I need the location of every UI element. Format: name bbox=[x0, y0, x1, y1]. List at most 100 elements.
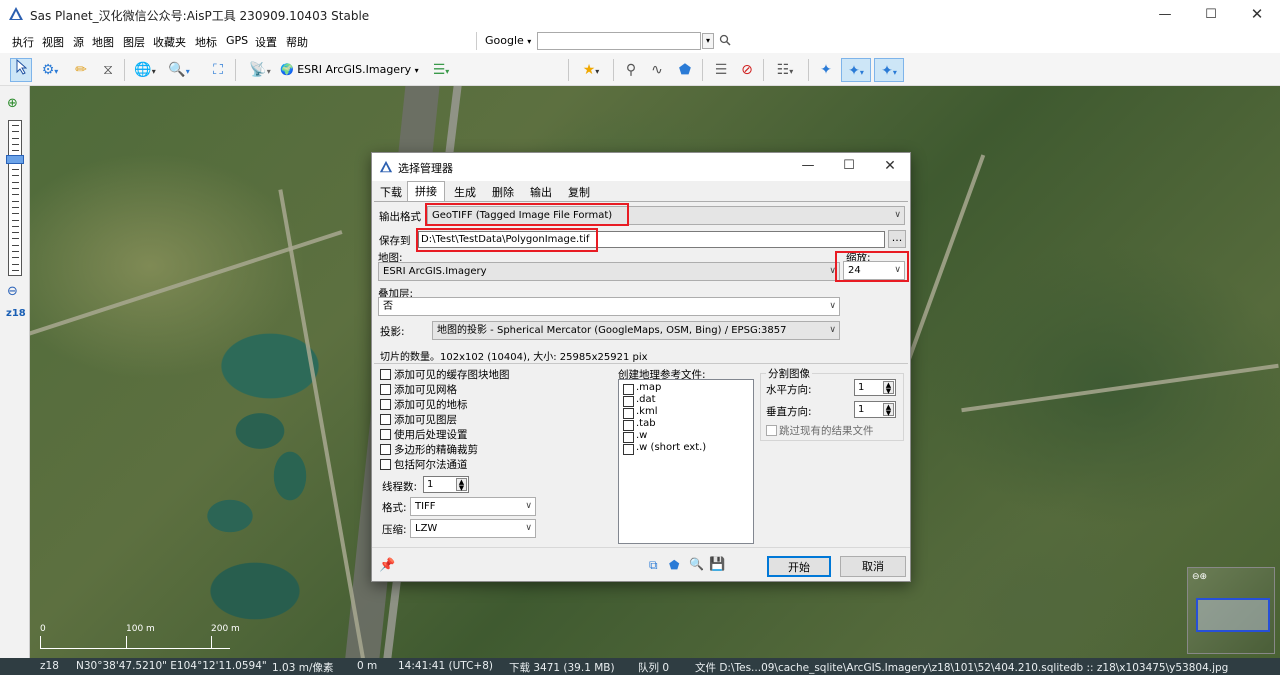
format-select[interactable]: TIFF ∨ bbox=[410, 497, 536, 516]
cancel-button[interactable]: 取消 bbox=[840, 556, 906, 577]
gps-track-button[interactable]: ✦▾ bbox=[841, 58, 871, 82]
search-engine-select[interactable]: Google ▾ bbox=[485, 34, 531, 47]
dialog-maximize-button[interactable]: ☐ bbox=[826, 153, 872, 181]
favorites-button[interactable]: ★▾ bbox=[575, 58, 607, 82]
zoom-level-label: z18 bbox=[6, 308, 26, 319]
output-format-select[interactable]: GeoTIFF (Tagged Image File Format) ∨ bbox=[427, 206, 905, 225]
menu-favorites[interactable]: 收藏夹 bbox=[153, 34, 186, 50]
overlay-layer-select[interactable]: 否 ∨ bbox=[378, 297, 840, 316]
tab-stitch[interactable]: 拼接 bbox=[407, 181, 445, 202]
add-polygon-button[interactable]: ⬟ bbox=[674, 58, 696, 82]
zoom-in-icon[interactable]: ⊕ bbox=[7, 96, 18, 111]
map-source-select[interactable]: 🌍 ESRI ArcGIS.Imagery ▾ bbox=[280, 58, 440, 82]
zoom-slider-thumb[interactable] bbox=[6, 155, 24, 164]
menu-help[interactable]: 帮助 bbox=[286, 34, 308, 50]
menu-map[interactable]: 地图 bbox=[92, 34, 114, 50]
globe-icon: 🌍 bbox=[280, 63, 294, 76]
placemark-list-button[interactable]: ☰ bbox=[710, 58, 732, 82]
zoom-tick bbox=[12, 143, 19, 145]
menu-source[interactable]: 源 bbox=[73, 34, 84, 50]
checkbox-layers[interactable] bbox=[380, 414, 391, 425]
pin-icon[interactable]: 📌 bbox=[379, 558, 395, 573]
selection-tools-button[interactable]: ⚙▾ bbox=[35, 58, 65, 82]
tab-export[interactable]: 输出 bbox=[524, 183, 558, 202]
checkbox-cached-tiles[interactable] bbox=[380, 369, 391, 380]
threads-stepper[interactable]: 1 ▲ ▼ bbox=[423, 476, 469, 493]
minimap-zoom-icons[interactable]: ⊖⊕ bbox=[1192, 572, 1207, 582]
minimap-viewport[interactable] bbox=[1196, 598, 1270, 632]
stepper-arrows-icon[interactable]: ▲ ▼ bbox=[456, 478, 467, 492]
menu-placemarks[interactable]: 地标 bbox=[195, 34, 217, 50]
maximize-button[interactable]: ☐ bbox=[1188, 0, 1234, 29]
menu-execute[interactable]: 执行 bbox=[12, 34, 34, 50]
zoom-out-icon[interactable]: ⊖ bbox=[7, 284, 18, 299]
save-path-field[interactable]: D:\Test\TestData\PolygonImage.tif bbox=[418, 231, 885, 248]
compress-select[interactable]: LZW ∨ bbox=[410, 519, 536, 538]
save-icon[interactable]: 💾 bbox=[709, 557, 725, 572]
browse-button[interactable]: ... bbox=[888, 230, 906, 248]
gps-center-button[interactable]: ✦▾ bbox=[874, 58, 904, 82]
checkbox-skip-existing[interactable] bbox=[766, 425, 777, 436]
tab-delete[interactable]: 删除 bbox=[486, 183, 520, 202]
add-placemark-button[interactable]: ⚲ bbox=[620, 58, 642, 82]
star-icon: ★ bbox=[582, 62, 596, 78]
fullscreen-button[interactable]: ⛶ bbox=[207, 58, 229, 82]
scale-mark bbox=[40, 636, 41, 649]
dialog-close-button[interactable]: ✕ bbox=[867, 153, 913, 181]
chevron-down-icon: ▾ bbox=[527, 37, 532, 46]
dialog-minimize-button[interactable]: — bbox=[785, 153, 831, 181]
zoom-select[interactable]: 24 ∨ bbox=[843, 261, 905, 280]
checkbox-dat[interactable] bbox=[623, 396, 634, 407]
minimize-button[interactable]: — bbox=[1142, 0, 1188, 29]
layers-button[interactable]: ☰▾ bbox=[426, 58, 456, 82]
stepper-arrows-icon[interactable]: ▲ ▼ bbox=[883, 381, 894, 395]
ruler-button[interactable]: ✏ bbox=[70, 58, 92, 82]
tab-download[interactable]: 下载 bbox=[376, 183, 406, 202]
cache-button[interactable]: ☷▾ bbox=[770, 58, 800, 82]
search-icon[interactable] bbox=[719, 34, 731, 46]
tab-generate[interactable]: 生成 bbox=[448, 183, 482, 202]
checkbox-w[interactable] bbox=[623, 432, 634, 443]
horizontal-stepper[interactable]: 1 ▲ ▼ bbox=[854, 379, 896, 396]
zoom-slider-track[interactable] bbox=[8, 120, 22, 276]
close-button[interactable]: ✕ bbox=[1234, 0, 1280, 29]
checkbox-w-short[interactable] bbox=[623, 444, 634, 455]
status-resolution: 1.03 m/像素 bbox=[272, 662, 334, 674]
checkbox-kml[interactable] bbox=[623, 408, 634, 419]
checkbox-placemarks[interactable] bbox=[380, 399, 391, 410]
compass-button[interactable]: ⧖ bbox=[97, 58, 119, 82]
hide-placemarks-button[interactable]: ⊘ bbox=[736, 58, 758, 82]
checkbox-tab[interactable] bbox=[623, 420, 634, 431]
search-input[interactable] bbox=[537, 32, 701, 50]
select-cursor-button[interactable] bbox=[10, 58, 32, 82]
menu-view[interactable]: 视图 bbox=[42, 34, 64, 50]
menu-layer[interactable]: 图层 bbox=[123, 34, 145, 50]
prohibited-icon: ⊘ bbox=[741, 62, 753, 78]
satellite-button[interactable]: 📡▾ bbox=[244, 58, 276, 82]
gps-button[interactable]: ✦ bbox=[815, 58, 837, 82]
tab-copy[interactable]: 复制 bbox=[562, 183, 596, 202]
zoom-tool-button[interactable]: 🔍▾ bbox=[164, 58, 194, 82]
database-icon: ☷ bbox=[776, 62, 790, 78]
add-path-button[interactable]: ∿ bbox=[646, 58, 668, 82]
checkbox-map[interactable] bbox=[623, 384, 634, 395]
stepper-arrows-icon[interactable]: ▲ ▼ bbox=[883, 403, 894, 417]
menu-gps[interactable]: GPS bbox=[226, 34, 248, 47]
checkbox-polygon-crop[interactable] bbox=[380, 444, 391, 455]
polygon-icon[interactable]: ⬟ bbox=[669, 558, 679, 572]
checkbox-alpha[interactable] bbox=[380, 459, 391, 470]
checkbox-post-processing[interactable] bbox=[380, 429, 391, 440]
vertical-stepper[interactable]: 1 ▲ ▼ bbox=[854, 401, 896, 418]
map-select[interactable]: ESRI ArcGIS.Imagery ∨ bbox=[378, 262, 840, 281]
checkbox-grid[interactable] bbox=[380, 384, 391, 395]
globe-button[interactable]: 🌐▾ bbox=[130, 58, 160, 82]
projection-select[interactable]: 地图的投影 - Spherical Mercator (GoogleMaps, … bbox=[432, 321, 840, 340]
minimap[interactable]: ⊖⊕ bbox=[1187, 567, 1275, 654]
copy-icon[interactable]: ⧉ bbox=[649, 558, 658, 573]
dialog-title-bar[interactable]: 选择管理器 — ☐ ✕ bbox=[372, 153, 910, 181]
zoom-to-icon[interactable]: 🔍 bbox=[689, 557, 704, 571]
vertical-value: 1 bbox=[858, 404, 865, 415]
menu-settings[interactable]: 设置 bbox=[255, 34, 277, 50]
search-dropdown-button[interactable]: ▾ bbox=[702, 33, 714, 49]
start-button[interactable]: 开始 bbox=[767, 556, 831, 577]
